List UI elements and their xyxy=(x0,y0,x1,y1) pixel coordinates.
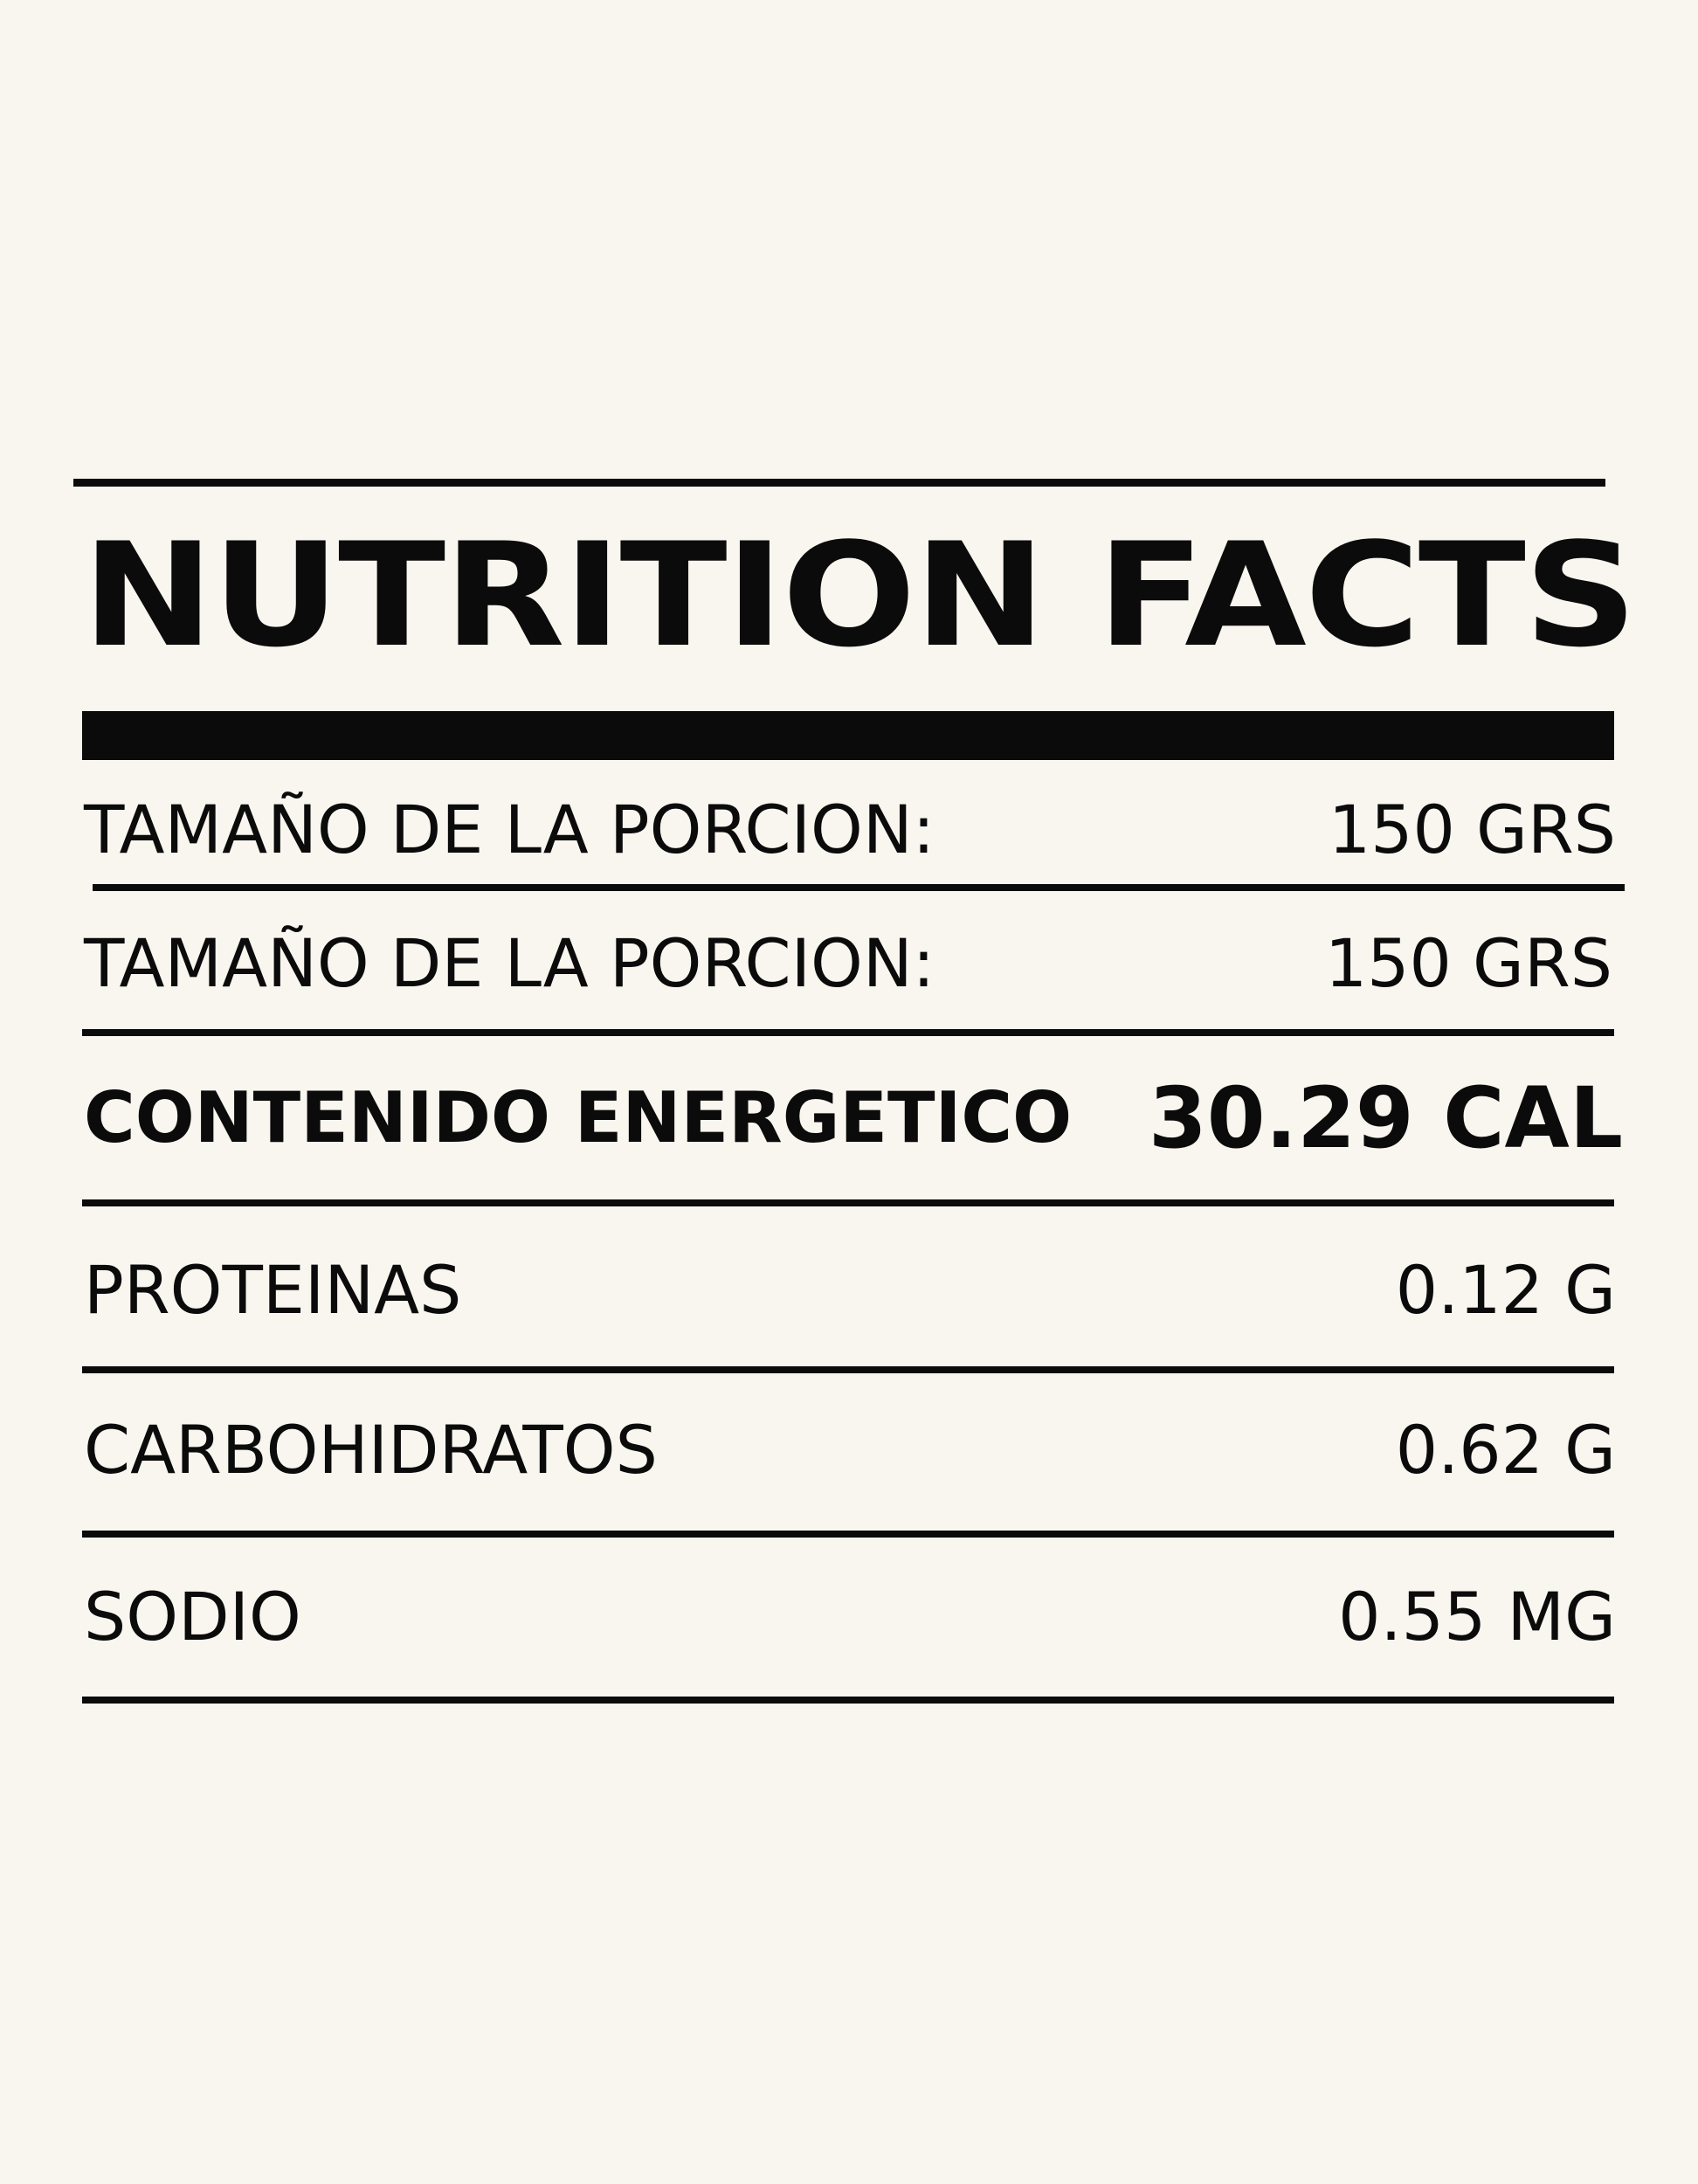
row-label-serving-size: TAMAÑO DE LA PORCION: xyxy=(84,791,935,868)
row-divider xyxy=(82,1366,1614,1373)
row-divider xyxy=(82,1029,1614,1036)
row-label-serving-size-repeat: TAMAÑO DE LA PORCION: xyxy=(84,924,935,1002)
label-title: NUTRITION FACTS xyxy=(82,512,1638,679)
row-label-energy: CONTENIDO ENERGETICO xyxy=(84,1077,1073,1158)
row-value-energy: 30.29 CAL xyxy=(1149,1069,1623,1167)
row-label-carbohydrates: CARBOHIDRATOS xyxy=(84,1411,658,1489)
thick-rule xyxy=(82,711,1614,760)
bottom-rule xyxy=(82,1697,1614,1704)
row-divider xyxy=(82,1531,1614,1538)
row-value-serving-size-repeat: 150 GRS xyxy=(1324,924,1612,1002)
row-divider xyxy=(93,884,1625,891)
row-label-sodium: SODIO xyxy=(84,1578,301,1655)
row-value-carbohydrates: 0.62 G xyxy=(1395,1411,1616,1489)
row-value-serving-size: 150 GRS xyxy=(1328,791,1616,868)
row-divider xyxy=(82,1199,1614,1206)
row-label-protein: PROTEINAS xyxy=(84,1251,462,1329)
row-value-sodium: 0.55 MG xyxy=(1338,1578,1616,1655)
top-rule xyxy=(73,479,1605,487)
row-value-protein: 0.12 G xyxy=(1395,1251,1616,1329)
